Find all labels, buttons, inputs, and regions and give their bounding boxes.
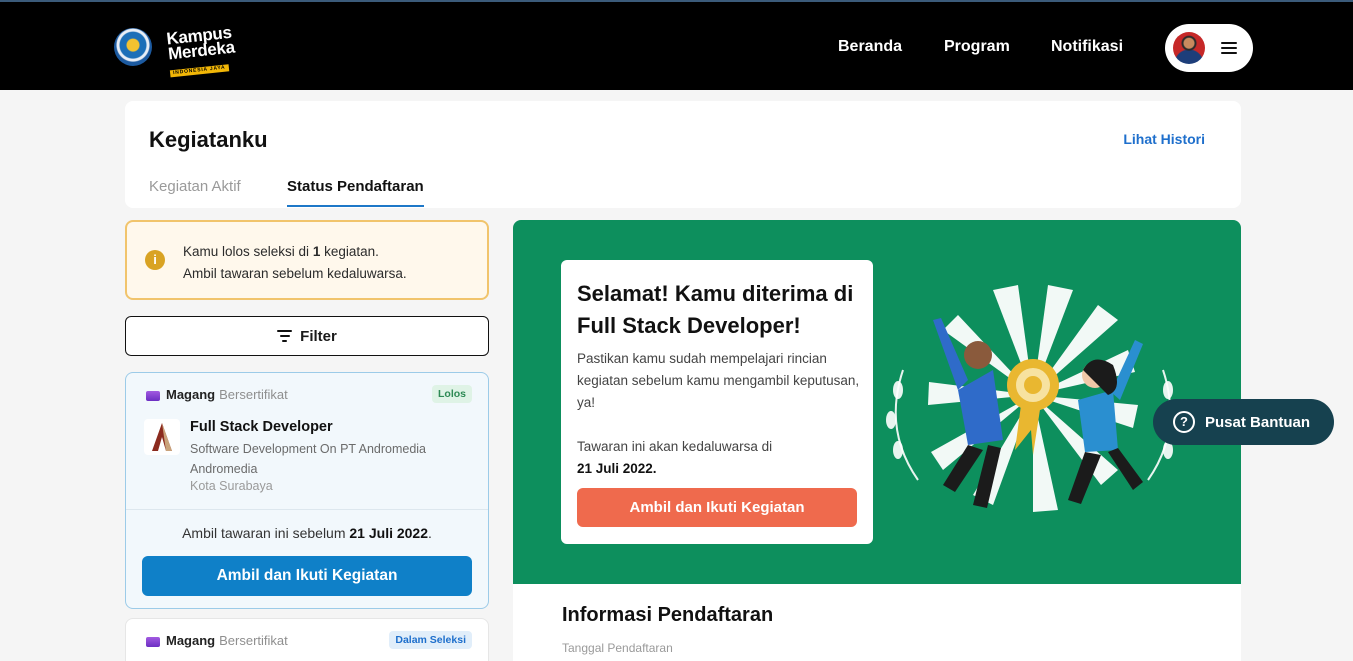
nav-beranda[interactable]: Beranda: [838, 38, 902, 56]
logo-sub: INDONESIA JAYA: [169, 64, 229, 78]
activity-category: Magang Bersertifikat: [166, 387, 288, 402]
acceptance-title: Selamat! Kamu diterima di Full Stack Dev…: [577, 281, 854, 338]
info-icon: i: [145, 250, 165, 270]
divider: [126, 509, 488, 510]
registration-info-title: Informasi Pendaftaran: [562, 604, 774, 626]
logo-line-2: Merdeka: [167, 37, 236, 64]
magang-category-icon: [146, 637, 160, 647]
status-badge: Lolos: [432, 385, 472, 403]
notice-text: Kamu lolos seleksi di 1 kegiatan. Ambil …: [183, 244, 407, 281]
celebration-illustration: [886, 285, 1180, 512]
kampus-merdeka-logo[interactable]: Kampus Merdeka INDONESIA JAYA: [166, 23, 237, 78]
activity-card[interactable]: Magang Bersertifikat Lolos Full Stack Dev…: [125, 372, 489, 609]
top-navbar: Kampus Merdeka INDONESIA JAYA Beranda Pr…: [0, 0, 1353, 90]
activity-description: Software Development On PT Andromedia An…: [190, 442, 427, 476]
acceptance-body: Pastikan kamu sudah mempelajari rincian …: [577, 351, 860, 410]
help-center-button[interactable]: ? Pusat Bantuan: [1153, 399, 1334, 445]
nav-notifikasi[interactable]: Notifikasi: [1051, 38, 1123, 56]
registration-info-section: Informasi Pendaftaran Tanggal Pendaftara…: [513, 584, 1241, 661]
registration-date-label: Tanggal Pendaftaran: [562, 641, 673, 655]
acceptance-card: Selamat! Kamu diterima di Full Stack Dev…: [561, 260, 873, 544]
user-menu[interactable]: [1165, 24, 1253, 72]
accept-offer-button-hero[interactable]: Ambil dan Ikuti Kegiatan: [577, 488, 857, 527]
status-badge: Dalam Seleksi: [389, 631, 472, 649]
offer-expiry: Tawaran ini akan kedaluwarsa di 21 Juli …: [577, 439, 773, 476]
avatar: [1173, 32, 1205, 64]
activity-title[interactable]: Full Stack Developer: [190, 419, 333, 435]
activity-card[interactable]: Magang Bersertifikat Dalam Seleksi: [125, 618, 489, 661]
hamburger-menu-icon[interactable]: [1221, 42, 1237, 54]
page-header-card: Kegiatanku Lihat Histori Kegiatan Aktif …: [125, 101, 1241, 208]
company-logo: [144, 419, 180, 455]
tab-status-pendaftaran[interactable]: Status Pendaftaran: [287, 178, 424, 207]
acceptance-hero: Selamat! Kamu diterima di Full Stack Dev…: [513, 220, 1241, 584]
filter-icon: [277, 330, 293, 342]
filter-button[interactable]: Filter: [125, 316, 489, 356]
offer-notice-banner: i Kamu lolos seleksi di 1 kegiatan. Ambi…: [125, 220, 489, 300]
help-label: Pusat Bantuan: [1205, 413, 1311, 431]
view-history-link[interactable]: Lihat Histori: [1123, 131, 1205, 147]
page-title: Kegiatanku: [149, 127, 268, 152]
magang-category-icon: [146, 391, 160, 401]
offer-deadline: Ambil tawaran ini sebelum 21 Juli 2022.: [182, 525, 432, 541]
tut-wuri-handayani-logo[interactable]: [114, 28, 152, 66]
help-icon: ?: [1173, 411, 1195, 433]
activity-category: Magang Bersertifikat: [166, 633, 288, 648]
nav-program[interactable]: Program: [944, 38, 1010, 56]
filter-label: Filter: [300, 327, 337, 345]
activity-location: Kota Surabaya: [190, 479, 273, 493]
tab-kegiatan-aktif[interactable]: Kegiatan Aktif: [149, 178, 241, 205]
accept-offer-button[interactable]: Ambil dan Ikuti Kegiatan: [142, 556, 472, 596]
